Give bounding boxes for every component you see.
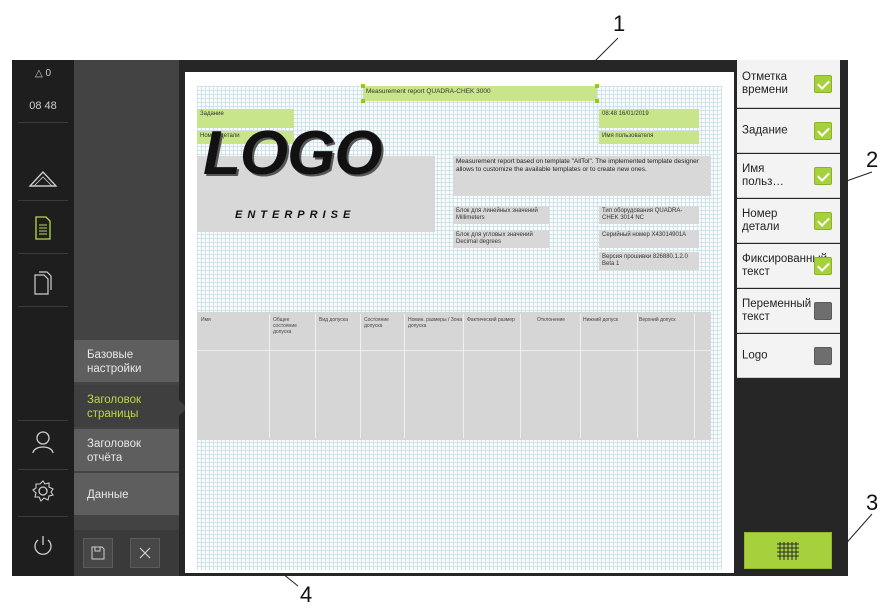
column-line bbox=[580, 314, 581, 438]
logo-field[interactable]: LOGO ENTERPRISE bbox=[197, 123, 435, 232]
callout-2: 2 bbox=[866, 147, 879, 172]
divider bbox=[18, 420, 68, 421]
checkbox-variable-text[interactable] bbox=[814, 301, 832, 320]
user-name-field[interactable]: Имя пользователя bbox=[599, 131, 699, 144]
logo-subtext: ENTERPRISE bbox=[235, 209, 356, 221]
table-header-nominal: Номин. размеры / Зона допуска bbox=[408, 317, 463, 329]
resize-handle[interactable] bbox=[361, 99, 365, 103]
column-line bbox=[404, 314, 405, 438]
user-icon[interactable] bbox=[12, 422, 74, 462]
option-fixed-text[interactable]: Фиксированный текст bbox=[737, 244, 840, 288]
divider bbox=[18, 253, 68, 254]
report-icon[interactable] bbox=[12, 208, 74, 248]
menu-item-data[interactable]: Данные bbox=[74, 473, 179, 516]
checkbox-user-name[interactable] bbox=[814, 166, 832, 185]
grid-toggle-button[interactable] bbox=[744, 532, 832, 569]
callout-1: 1 bbox=[613, 11, 626, 36]
divider bbox=[18, 516, 68, 517]
column-line bbox=[520, 314, 521, 438]
table-header-upper-tol: Верхний допуск bbox=[639, 317, 676, 323]
resize-handle[interactable] bbox=[595, 99, 599, 103]
fixed-text-field[interactable]: Measurement report based on template "Al… bbox=[453, 156, 711, 196]
serial-number-field[interactable]: Серийный номер X43014901A bbox=[599, 230, 699, 248]
menu-item-base-settings[interactable]: Базовые настройки bbox=[74, 340, 179, 383]
column-line bbox=[360, 314, 361, 438]
firmware-field[interactable]: Версия прошивки 826880.1.2.0 Beta 1 bbox=[599, 252, 699, 270]
divider bbox=[18, 469, 68, 470]
option-task[interactable]: Задание bbox=[737, 109, 840, 153]
column-line bbox=[463, 314, 464, 438]
checkbox-task[interactable] bbox=[814, 121, 832, 140]
grid-icon bbox=[777, 541, 799, 560]
close-button[interactable] bbox=[130, 538, 160, 568]
divider bbox=[18, 122, 68, 123]
table-header-name: Имя bbox=[201, 317, 211, 323]
callout-4: 4 bbox=[300, 582, 313, 607]
checkbox-part-number[interactable] bbox=[814, 211, 832, 230]
measure-icon[interactable] bbox=[12, 158, 74, 198]
report-title-field[interactable]: Measurement report QUADRA-CHEK 3000 bbox=[363, 86, 597, 101]
column-line bbox=[315, 314, 316, 438]
option-user-name[interactable]: Имя польз… bbox=[737, 154, 840, 198]
table-header-tolerance-type: Вид допуска bbox=[319, 317, 348, 323]
triangle-icon: △ bbox=[34, 68, 43, 79]
gear-icon[interactable] bbox=[12, 471, 74, 511]
resize-handle[interactable] bbox=[595, 84, 599, 88]
logo-text: LOGO bbox=[203, 119, 383, 188]
resize-handle[interactable] bbox=[361, 84, 365, 88]
report-settings-menu: Базовые настройки Заголовок страницы Заг… bbox=[74, 60, 187, 576]
timestamp-field[interactable]: 08:48 16/01/2019 bbox=[599, 109, 699, 128]
menu-item-page-header[interactable]: Заголовок страницы bbox=[74, 385, 187, 428]
option-part-number[interactable]: Номер детали bbox=[737, 199, 840, 243]
linear-values-block[interactable]: Блок для линейных значений Millimeters bbox=[453, 206, 549, 224]
action-bar bbox=[74, 530, 179, 576]
column-line bbox=[637, 314, 638, 438]
option-logo[interactable]: Logo bbox=[737, 334, 840, 378]
menu-item-report-header[interactable]: Заголовок отчёта bbox=[74, 429, 179, 472]
table-header-total-status: Общее состояние допуска bbox=[273, 317, 297, 335]
table-header-deviation: Отклонение bbox=[537, 317, 566, 323]
device-screen: △ 0 08 48 Базовые настройки Заголовок ст… bbox=[12, 60, 848, 576]
checkbox-logo[interactable] bbox=[814, 346, 832, 365]
callout-3: 3 bbox=[866, 490, 879, 515]
main-menu: △ 0 08 48 bbox=[12, 60, 74, 576]
power-icon[interactable] bbox=[12, 526, 74, 566]
column-line bbox=[694, 314, 695, 438]
element-panel: Отметка времени Задание Имя польз… Номер… bbox=[737, 60, 848, 576]
divider bbox=[18, 200, 68, 201]
device-type-field[interactable]: Тип оборудования QUADRA-CHEK 3014 NC bbox=[599, 206, 699, 224]
checkbox-timestamp[interactable] bbox=[814, 74, 832, 93]
save-icon bbox=[91, 546, 105, 560]
divider bbox=[18, 306, 68, 307]
table-header-lower-tol: Нижний допуск bbox=[583, 317, 619, 323]
table-header-actual: Фактический размер bbox=[467, 317, 515, 323]
checkbox-fixed-text[interactable] bbox=[814, 256, 832, 275]
report-preview: Measurement report QUADRA-CHEK 3000 Зада… bbox=[185, 72, 734, 573]
measurement-table[interactable]: Имя Общее состояние допуска Вид допуска … bbox=[197, 312, 711, 440]
angular-values-block[interactable]: Блок для угловых значений Decimal degree… bbox=[453, 230, 549, 248]
status-alerts[interactable]: △ 0 bbox=[12, 68, 74, 79]
option-variable-text[interactable]: Переменный текст bbox=[737, 289, 840, 333]
column-line bbox=[269, 314, 270, 438]
table-header-tolerance-status: Состояние допуска bbox=[364, 317, 389, 329]
save-button[interactable] bbox=[83, 538, 113, 568]
option-timestamp[interactable]: Отметка времени bbox=[737, 60, 840, 108]
table-row-line bbox=[197, 350, 711, 351]
status-time: 08 48 bbox=[29, 100, 57, 112]
documents-icon[interactable] bbox=[12, 263, 74, 303]
close-icon bbox=[139, 547, 151, 559]
